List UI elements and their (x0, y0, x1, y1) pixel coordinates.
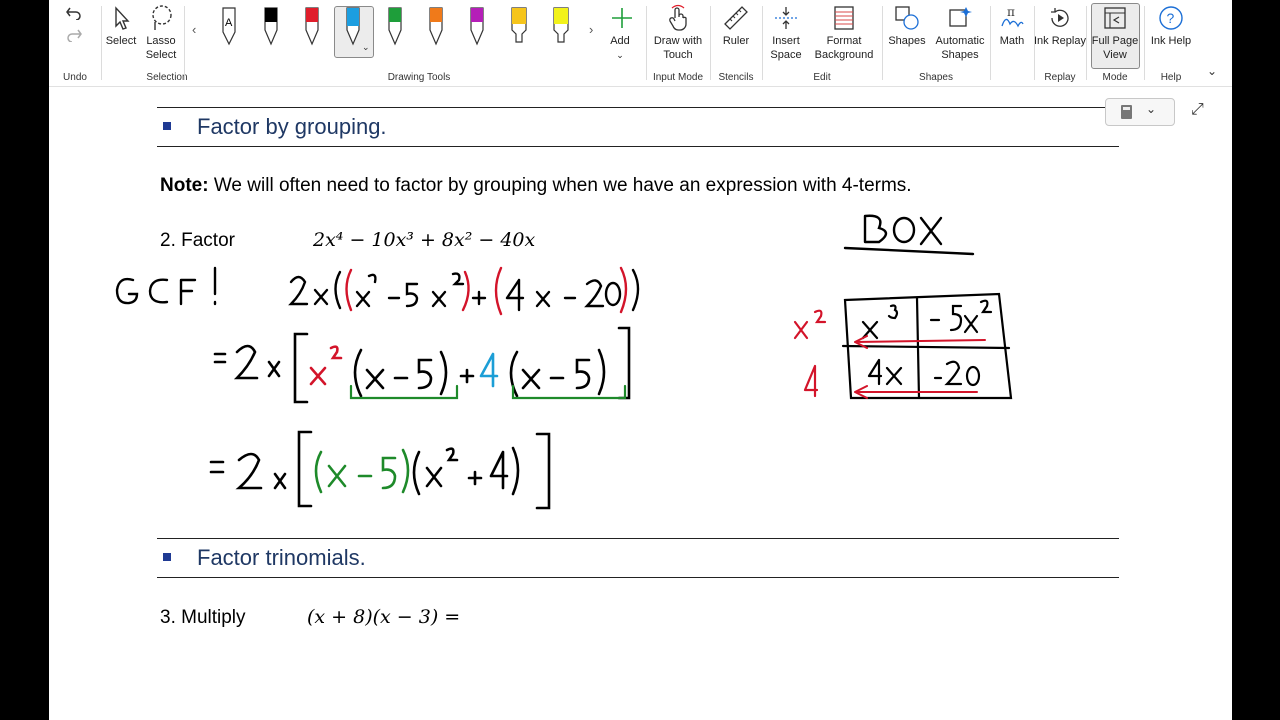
handwritten-ink-layer (115, 214, 1013, 510)
ink-line1 (288, 266, 640, 316)
ink-box-title (843, 214, 975, 256)
ink-box-labels (793, 299, 993, 399)
ink-line2 (213, 326, 631, 404)
ink-gcf (115, 266, 217, 306)
ink-line3 (209, 430, 551, 510)
onenote-window: Undo Select Lasso Select Selection ‹ A ⌄ (49, 0, 1232, 720)
